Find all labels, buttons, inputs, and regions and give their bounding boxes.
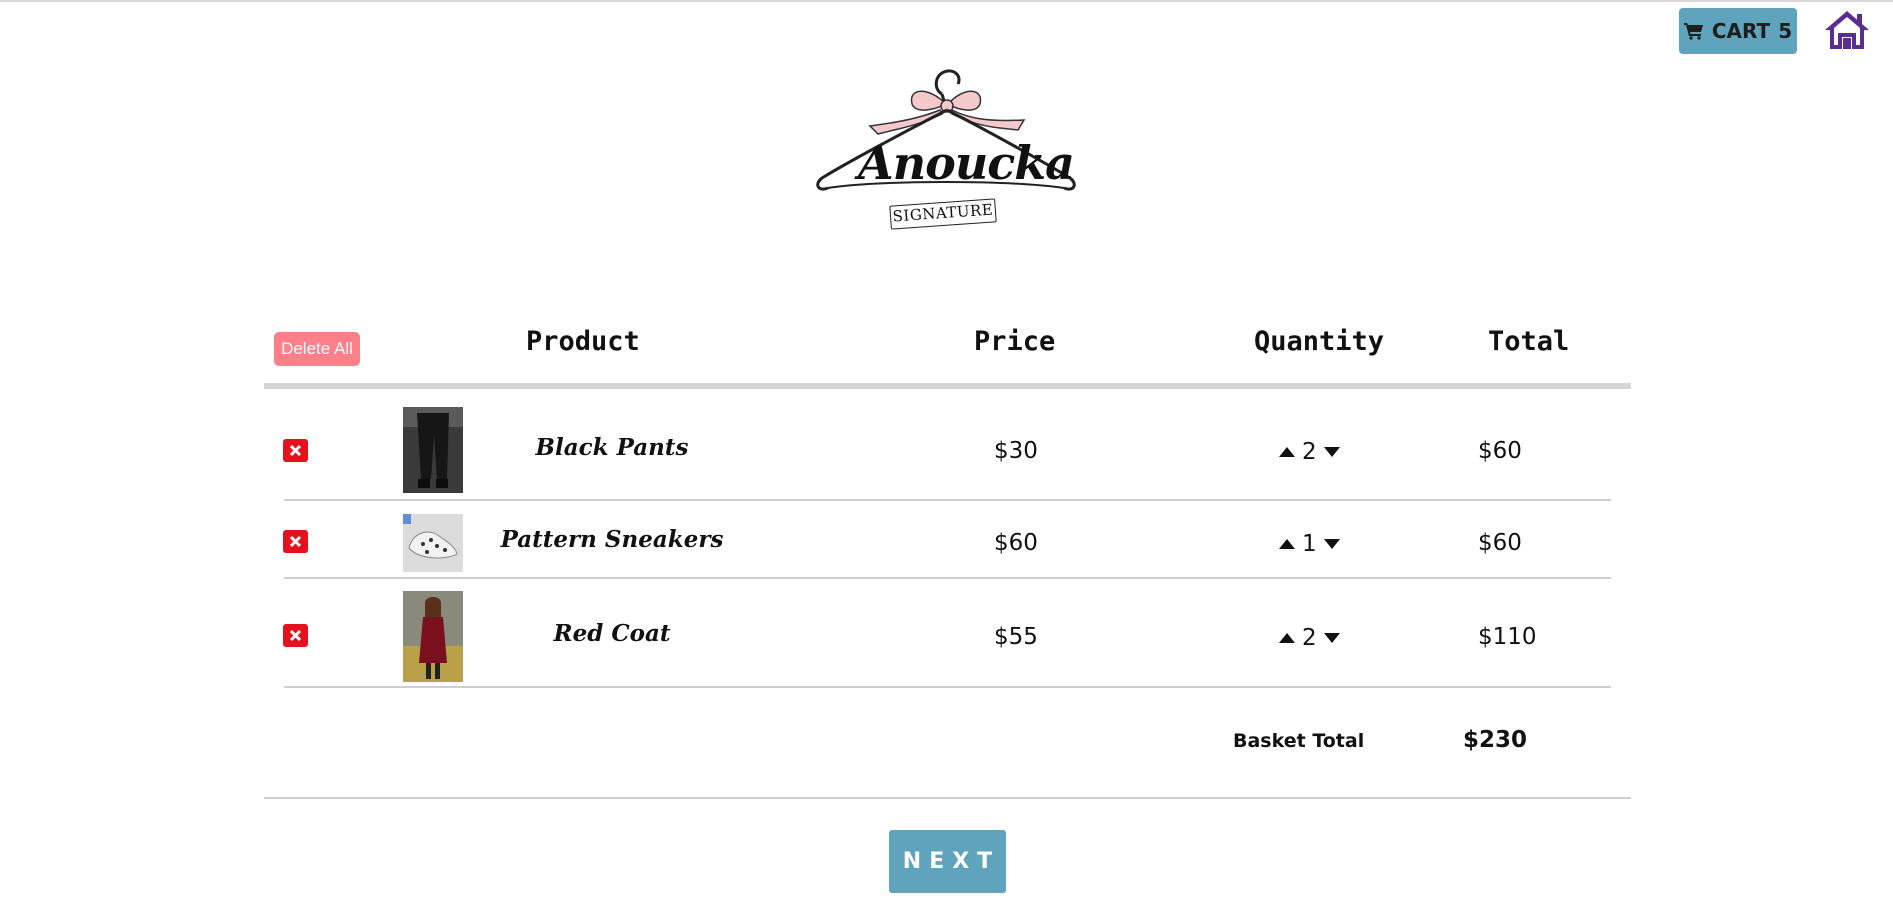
quantity-stepper: 2: [1278, 439, 1341, 465]
remove-item-button[interactable]: [283, 530, 308, 553]
home-button[interactable]: [1823, 8, 1871, 52]
quantity-increase-icon[interactable]: [1278, 535, 1296, 553]
quantity-stepper: 1: [1278, 531, 1341, 557]
product-thumbnail[interactable]: [403, 591, 463, 682]
cart-count: 5: [1778, 19, 1793, 43]
column-header-product: Product: [526, 326, 640, 357]
quantity-increase-icon[interactable]: [1278, 629, 1296, 647]
quantity-value: 1: [1302, 531, 1317, 557]
quantity-decrease-icon[interactable]: [1323, 443, 1341, 461]
basket-total-value: $230: [1463, 727, 1528, 753]
line-total: $60: [1478, 438, 1522, 464]
product-price: $60: [994, 530, 1038, 556]
close-icon: [289, 444, 302, 457]
header-divider: [264, 383, 1631, 389]
row-divider: [284, 577, 1611, 579]
top-border: [0, 0, 1893, 2]
shopping-cart-icon: [1683, 22, 1704, 40]
product-price: $30: [994, 438, 1038, 464]
quantity-value: 2: [1302, 625, 1317, 651]
product-thumbnail[interactable]: [403, 407, 463, 493]
row-divider: [284, 686, 1611, 688]
basket-total-label: Basket Total: [1233, 730, 1365, 752]
product-price: $55: [994, 624, 1038, 650]
column-header-total: Total: [1488, 326, 1570, 357]
quantity-decrease-icon[interactable]: [1323, 535, 1341, 553]
cart-label: CART: [1711, 19, 1771, 43]
quantity-stepper: 2: [1278, 625, 1341, 651]
row-divider: [284, 499, 1611, 501]
next-button[interactable]: NEXT: [889, 830, 1006, 893]
brand-logo[interactable]: Anoucka SIGNATURE: [808, 52, 1084, 232]
footer-divider: [264, 797, 1631, 799]
quantity-value: 2: [1302, 439, 1317, 465]
delete-all-button[interactable]: Delete All: [274, 332, 360, 366]
cart-button[interactable]: CART 5: [1679, 8, 1797, 54]
product-name: Black Pants: [535, 434, 689, 461]
column-header-price: Price: [974, 326, 1056, 357]
close-icon: [289, 535, 302, 548]
line-total: $110: [1478, 624, 1537, 650]
product-thumbnail[interactable]: [403, 514, 463, 572]
remove-item-button[interactable]: [283, 624, 308, 647]
close-icon: [289, 629, 302, 642]
quantity-decrease-icon[interactable]: [1323, 629, 1341, 647]
column-header-quantity: Quantity: [1254, 326, 1385, 357]
product-name: Pattern Sneakers: [500, 526, 724, 553]
remove-item-button[interactable]: [283, 439, 308, 462]
home-icon: [1825, 11, 1869, 49]
brand-name: Anoucka: [858, 136, 1075, 190]
product-name: Red Coat: [553, 620, 671, 647]
line-total: $60: [1478, 530, 1522, 556]
quantity-increase-icon[interactable]: [1278, 443, 1296, 461]
